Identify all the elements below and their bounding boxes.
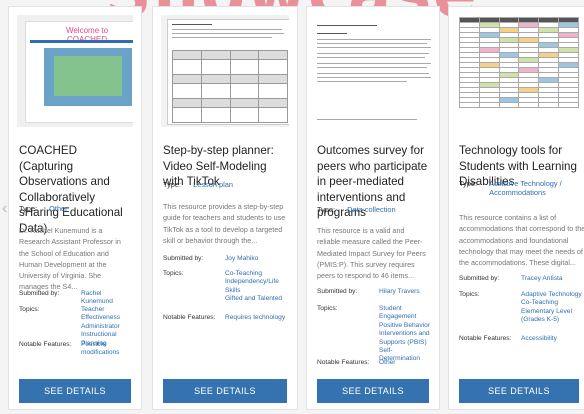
submitted-label: Submitted by:	[459, 275, 500, 282]
submitted-value[interactable]: Joy Mahiko	[225, 255, 291, 263]
app-screenshot: Welcome to COACHED	[25, 21, 133, 123]
card-description: This resource contains a list of accommo…	[459, 213, 584, 268]
topic-item[interactable]: Co-Teaching	[225, 270, 291, 278]
features-label: Notable Features:	[163, 314, 216, 321]
submitted-value[interactable]: Tracey Antista	[521, 275, 583, 283]
planner-grid	[172, 50, 288, 123]
topics-value: Co-Teaching Independency/Life Skills Gif…	[225, 270, 291, 304]
type-label: Type:	[19, 204, 38, 213]
nav-bar	[30, 40, 133, 43]
submitted-value[interactable]: Rachel Kunemund	[81, 290, 135, 307]
type-row: Type: Assistive Technology / Accommodati…	[459, 179, 584, 197]
feature-item[interactable]: Requires technology	[225, 314, 291, 322]
type-value[interactable]: Data collection	[347, 205, 395, 214]
topics-value: Student Engagement Positive Behavior Int…	[379, 305, 433, 364]
topic-item[interactable]: Positive Behavior Interventions and Supp…	[379, 322, 433, 347]
resource-card: Outcomes survey for peers who participat…	[306, 6, 440, 410]
card-title[interactable]: COACHED (Capturing Observations and Coll…	[19, 143, 133, 236]
features-value: Possible modifications	[81, 341, 135, 358]
feature-item[interactable]: Possible modifications	[81, 341, 125, 358]
type-row: Type: Lesson plan	[163, 180, 233, 189]
features-label: Notable Features:	[19, 341, 72, 348]
resource-card: Step-by-step planner: Video Self-Modelin…	[152, 6, 298, 410]
topics-label: Topics:	[317, 305, 338, 312]
card-description: This resource provides a step-by-step gu…	[163, 202, 286, 245]
type-value[interactable]: Other	[49, 204, 67, 213]
topic-item[interactable]: Student Engagement	[379, 305, 433, 322]
resource-thumbnail[interactable]: Welcome to COACHED	[17, 15, 133, 127]
features-value: Requires technology	[225, 314, 291, 322]
see-details-button[interactable]: SEE DETAILS	[459, 379, 579, 403]
see-details-button[interactable]: SEE DETAILS	[163, 379, 287, 403]
resource-thumbnail[interactable]	[161, 15, 289, 127]
card-description: This resource is a valid and reliable me…	[317, 226, 426, 281]
feature-item[interactable]: Other	[379, 359, 433, 367]
type-label: Type:	[317, 205, 336, 214]
features-label: Notable Features:	[459, 335, 512, 342]
topic-item[interactable]: Co-Teaching	[521, 299, 583, 307]
features-label: Notable Features:	[317, 359, 370, 366]
type-row: Type: Data collection	[317, 205, 396, 214]
topic-item[interactable]: Independency/Life Skills	[225, 278, 291, 295]
features-value: Other	[379, 359, 433, 367]
video-content	[54, 56, 122, 96]
resource-thumbnail[interactable]	[315, 15, 431, 127]
see-details-button[interactable]: SEE DETAILS	[19, 379, 131, 403]
type-label: Type:	[163, 180, 182, 189]
type-row: Type: Other	[19, 204, 68, 213]
see-details-button[interactable]: SEE DETAILS	[317, 379, 429, 403]
submitted-value[interactable]: Hilary Travers	[379, 288, 433, 296]
card-description: Dr. Rachel Kunemund is a Research Assist…	[19, 226, 121, 292]
type-value[interactable]: Assistive Technology / Accommodations	[489, 179, 584, 197]
topics-value: Adaptive Technology Co-Teaching Elementa…	[521, 291, 583, 325]
topics-label: Topics:	[19, 306, 40, 313]
topic-item[interactable]: Administrator	[81, 323, 135, 331]
spreadsheet-preview	[459, 17, 579, 108]
topics-label: Topics:	[459, 291, 480, 298]
submitted-label: Submitted by:	[163, 255, 204, 262]
document-preview	[167, 19, 289, 125]
chevron-left-icon[interactable]: ‹	[2, 200, 7, 218]
resource-thumbnail[interactable]	[457, 15, 581, 127]
resource-card: Technology tools for Students with Learn…	[448, 6, 584, 410]
topic-item[interactable]: Adaptive Technology	[521, 291, 583, 299]
topic-item[interactable]: Teacher Effectiveness	[81, 306, 135, 323]
submitted-label: Submitted by:	[317, 288, 358, 295]
type-value[interactable]: Lesson plan	[193, 180, 233, 189]
topics-label: Topics:	[163, 270, 184, 277]
features-value: Accessibility	[521, 335, 583, 343]
type-label: Type:	[459, 179, 478, 188]
topic-item[interactable]: Gifted and Talented	[225, 295, 291, 303]
topic-item[interactable]: Elementary Level (Grades K-5)	[521, 308, 583, 325]
resource-card: Welcome to COACHED COACHED (Capturing Ob…	[8, 6, 142, 410]
submitted-label: Submitted by:	[19, 290, 60, 297]
feature-item[interactable]: Accessibility	[521, 335, 583, 343]
